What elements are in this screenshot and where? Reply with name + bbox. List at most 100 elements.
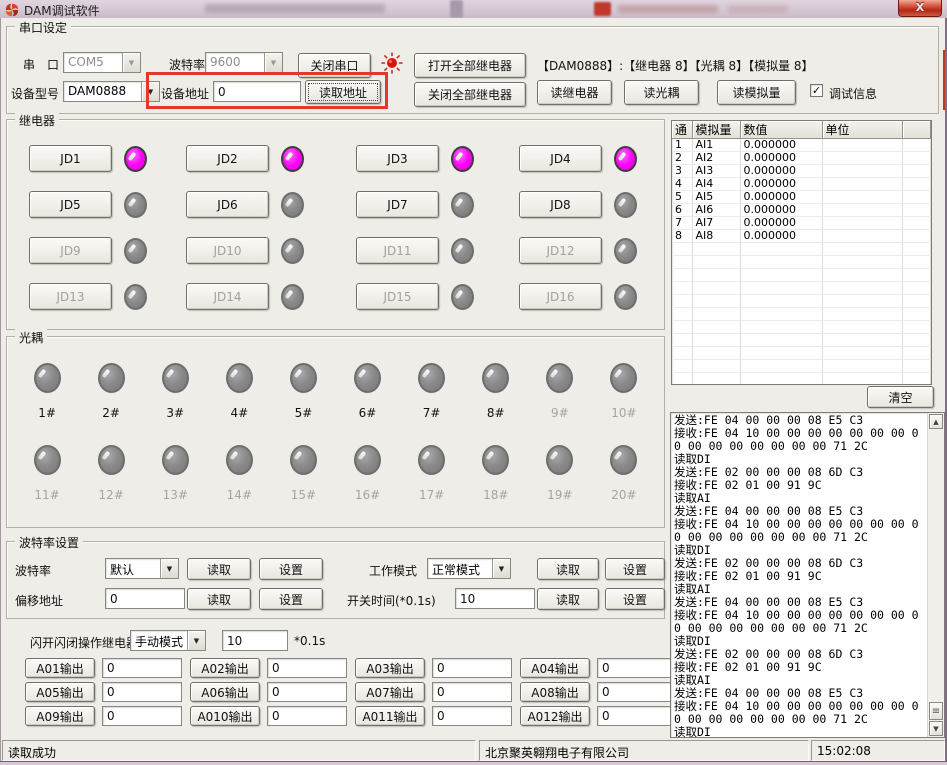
baudrate-set-button[interactable]: 设置 bbox=[259, 558, 323, 580]
opto-led-1 bbox=[34, 363, 61, 393]
debug-info-checkbox[interactable] bbox=[810, 84, 823, 97]
ao-input-a012[interactable] bbox=[597, 706, 677, 726]
table-row: 2AI20.000000 bbox=[672, 152, 931, 165]
column-header-channel[interactable]: 通 bbox=[672, 121, 692, 139]
ao-input-a05[interactable] bbox=[102, 682, 182, 702]
switch-time-input[interactable] bbox=[455, 588, 535, 609]
status-time: 15:02:08 bbox=[811, 740, 945, 761]
app-icon bbox=[5, 2, 19, 16]
relay-button-jd2[interactable]: JD2 bbox=[186, 145, 269, 172]
opto-led-16 bbox=[354, 445, 381, 475]
opto-led-15 bbox=[290, 445, 317, 475]
opto-label-11: 11# bbox=[34, 488, 59, 502]
flash-mode-value: 手动模式 bbox=[131, 631, 187, 650]
relay-button-jd3[interactable]: JD3 bbox=[356, 145, 439, 172]
serial-port-label: 串 口 bbox=[23, 56, 59, 73]
relay-button-jd5[interactable]: JD5 bbox=[29, 191, 112, 218]
background-artifact bbox=[450, 0, 463, 18]
ao-input-a09[interactable] bbox=[102, 706, 182, 726]
relay-button-jd4[interactable]: JD4 bbox=[519, 145, 602, 172]
ao-input-a02[interactable] bbox=[267, 658, 347, 678]
log-scrollbar[interactable]: ▲ ≡ ▼ bbox=[927, 413, 944, 737]
table-row-empty bbox=[672, 282, 931, 295]
ao-input-a04[interactable] bbox=[597, 658, 677, 678]
device-model-select[interactable]: DAM0888 ▼ bbox=[63, 81, 160, 102]
ao-input-a03[interactable] bbox=[432, 658, 512, 678]
baudrate-setting-select[interactable]: 默认 ▼ bbox=[105, 558, 179, 579]
work-mode-select[interactable]: 正常模式 ▼ bbox=[427, 558, 511, 579]
ao-input-a06[interactable] bbox=[267, 682, 347, 702]
scroll-down-icon[interactable]: ▼ bbox=[929, 721, 943, 736]
background-artifact bbox=[594, 2, 611, 16]
analog-table[interactable]: 通 模拟量 数值 单位 1AI10.000000 2AI20.000000 3A… bbox=[671, 120, 932, 385]
ao-input-a08[interactable] bbox=[597, 682, 677, 702]
background-artifact bbox=[205, 4, 385, 13]
table-row-empty bbox=[672, 243, 931, 256]
read-address-button[interactable]: 读取地址 bbox=[305, 80, 381, 104]
close-serial-button[interactable]: 关闭串口 bbox=[298, 53, 371, 78]
column-header-unit[interactable]: 单位 bbox=[822, 121, 902, 139]
table-row: 7AI70.000000 bbox=[672, 217, 931, 230]
ao-input-a010[interactable] bbox=[267, 706, 347, 726]
relay-button-jd1[interactable]: JD1 bbox=[29, 145, 112, 172]
opto-led-10 bbox=[610, 363, 637, 393]
scroll-up-icon[interactable]: ▲ bbox=[929, 414, 943, 429]
work-mode-set-button[interactable]: 设置 bbox=[605, 558, 665, 580]
offset-read-button[interactable]: 读取 bbox=[187, 588, 251, 610]
opto-label-2: 2# bbox=[102, 406, 120, 420]
relay-button-jd6[interactable]: JD6 bbox=[186, 191, 269, 218]
ao-button-a07[interactable]: A07输出 bbox=[355, 682, 425, 702]
flash-time-input[interactable] bbox=[222, 630, 288, 651]
ao-button-a09[interactable]: A09输出 bbox=[25, 706, 95, 726]
relay-led-jd14 bbox=[281, 284, 304, 310]
read-opto-button[interactable]: 读光耦 bbox=[624, 80, 699, 105]
opto-led-6 bbox=[354, 363, 381, 393]
table-row: 1AI10.000000 bbox=[672, 139, 931, 152]
close-button[interactable]: X bbox=[898, 0, 942, 17]
ao-button-a06[interactable]: A06输出 bbox=[190, 682, 260, 702]
chevron-down-icon: ▼ bbox=[141, 82, 159, 101]
log-area[interactable]: 发送:FE 04 00 00 00 08 E5 C3 接收:FE 04 10 0… bbox=[670, 412, 945, 738]
relay-button-jd8[interactable]: JD8 bbox=[519, 191, 602, 218]
ao-button-a011[interactable]: A011输出 bbox=[355, 706, 425, 726]
read-analog-button[interactable]: 读模拟量 bbox=[717, 80, 796, 105]
group-title: 光耦 bbox=[15, 329, 47, 346]
ao-button-a010[interactable]: A010输出 bbox=[190, 706, 260, 726]
clear-log-button[interactable]: 清空 bbox=[867, 386, 934, 408]
switch-time-read-button[interactable]: 读取 bbox=[537, 588, 599, 610]
column-header-extra[interactable] bbox=[902, 121, 931, 139]
opto-label-15: 15# bbox=[291, 488, 316, 502]
scrollbar-thumb[interactable]: ≡ bbox=[929, 702, 943, 720]
open-all-relays-button[interactable]: 打开全部继电器 bbox=[414, 53, 526, 78]
relay-led-jd2 bbox=[281, 146, 304, 172]
ao-input-a07[interactable] bbox=[432, 682, 512, 702]
ao-button-a08[interactable]: A08输出 bbox=[520, 682, 590, 702]
ao-input-a011[interactable] bbox=[432, 706, 512, 726]
ao-button-a05[interactable]: A05输出 bbox=[25, 682, 95, 702]
ao-button-a01[interactable]: A01输出 bbox=[25, 658, 95, 678]
column-header-value[interactable]: 数值 bbox=[740, 121, 822, 139]
baudrate-read-button[interactable]: 读取 bbox=[187, 558, 251, 580]
switch-time-set-button[interactable]: 设置 bbox=[605, 588, 665, 610]
close-all-relays-button[interactable]: 关闭全部继电器 bbox=[414, 82, 526, 107]
ao-button-a03[interactable]: A03输出 bbox=[355, 658, 425, 678]
ao-button-a04[interactable]: A04输出 bbox=[520, 658, 590, 678]
group-title: 波特率设置 bbox=[15, 534, 83, 551]
flash-mode-select[interactable]: 手动模式 ▼ bbox=[130, 630, 206, 651]
group-title: 继电器 bbox=[15, 112, 59, 129]
device-address-input[interactable] bbox=[213, 81, 301, 102]
opto-label-18: 18# bbox=[483, 488, 508, 502]
ao-input-a01[interactable] bbox=[102, 658, 182, 678]
work-mode-label: 工作模式 bbox=[369, 562, 417, 579]
ao-button-a02[interactable]: A02输出 bbox=[190, 658, 260, 678]
work-mode-read-button[interactable]: 读取 bbox=[537, 558, 599, 580]
table-row: 3AI30.000000 bbox=[672, 165, 931, 178]
offset-address-input[interactable] bbox=[105, 588, 185, 609]
read-relay-button[interactable]: 读继电器 bbox=[537, 80, 612, 105]
column-header-analog[interactable]: 模拟量 bbox=[692, 121, 740, 139]
ao-button-a012[interactable]: A012输出 bbox=[520, 706, 590, 726]
relay-button-jd7[interactable]: JD7 bbox=[356, 191, 439, 218]
table-row-empty bbox=[672, 308, 931, 321]
opto-label-1: 1# bbox=[38, 406, 56, 420]
offset-set-button[interactable]: 设置 bbox=[259, 588, 323, 610]
